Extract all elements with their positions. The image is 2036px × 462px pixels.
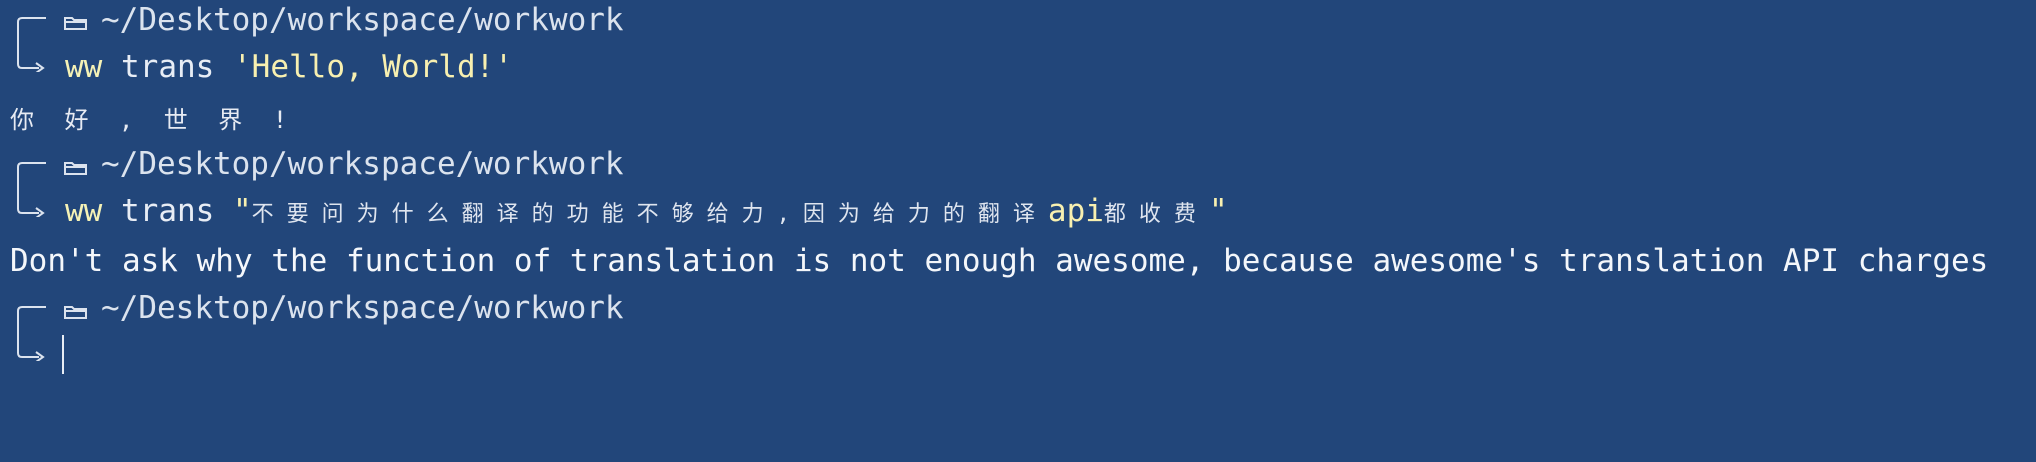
terminal-window[interactable]: ~/Desktop/workspace/workwork ww trans 'H… [0, 0, 2036, 462]
prompt-path: ~/Desktop/workspace/workwork [101, 2, 624, 38]
chinese-argument-tail: 都收费 [1103, 202, 1209, 227]
argument-close-quote: " [1208, 193, 1228, 229]
command-line-2: ww trans "不要问为什么翻译的功能不够给力,因为给力的翻译api都收费" [65, 196, 1228, 227]
prompt-branch-icon [17, 162, 46, 217]
subcommand-name: trans [121, 193, 215, 229]
command-argument: 'Hello, World!' [233, 49, 513, 85]
folder-icon [64, 306, 87, 319]
subcommand-name: trans [121, 49, 215, 85]
translation-output-2: Don't ask why the function of translatio… [10, 243, 1989, 279]
api-argument: api [1047, 193, 1104, 229]
argument-open-quote: " [233, 193, 252, 229]
translation-output-1: 你 好 , 世 界 ! [10, 106, 296, 134]
command-name: ww [65, 193, 103, 229]
chinese-argument: 不要问为什么翻译的功能不够给力,因为给力的翻译 [251, 202, 1048, 227]
terminal-cursor[interactable] [62, 335, 64, 374]
prompt-path: ~/Desktop/workspace/workwork [101, 146, 624, 182]
prompt-branch-icon [17, 306, 46, 361]
prompt-path: ~/Desktop/workspace/workwork [101, 290, 624, 326]
command-name: ww [65, 49, 103, 85]
prompt-branch-icon [17, 17, 46, 72]
folder-icon [64, 17, 87, 30]
folder-icon [64, 162, 87, 175]
command-line-1: ww trans 'Hello, World!' [65, 52, 513, 83]
